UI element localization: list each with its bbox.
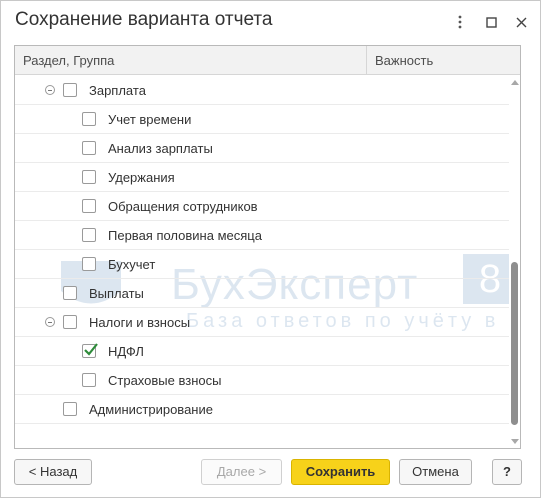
checkbox[interactable]: [82, 112, 96, 126]
save-report-variant-dialog: Сохранение варианта отчета Раздел, Групп…: [0, 0, 541, 498]
checkbox[interactable]: [82, 257, 96, 271]
collapse-icon[interactable]: [45, 85, 55, 95]
row-label: Зарплата: [89, 83, 146, 98]
tree-row-salary-analysis[interactable]: Анализ зарплаты: [15, 134, 509, 163]
checkbox[interactable]: [63, 286, 77, 300]
collapse-icon[interactable]: [45, 317, 55, 327]
tree-row-taxes[interactable]: Налоги и взносы: [15, 308, 509, 337]
scroll-thumb[interactable]: [511, 262, 518, 425]
checkbox[interactable]: [82, 141, 96, 155]
row-label: Налоги и взносы: [89, 315, 191, 330]
tree-row-employee-requests[interactable]: Обращения сотрудников: [15, 192, 509, 221]
row-label: Администрирование: [89, 402, 213, 417]
vertical-scrollbar[interactable]: [509, 76, 520, 448]
close-icon[interactable]: [510, 11, 532, 33]
cancel-button[interactable]: Отмена: [399, 459, 472, 485]
row-label: Первая половина месяца: [108, 228, 262, 243]
row-label: Анализ зарплаты: [108, 141, 213, 156]
tree-row-time-accounting[interactable]: Учет времени: [15, 105, 509, 134]
checkbox[interactable]: [82, 373, 96, 387]
tree-row-payments[interactable]: Выплаты: [15, 279, 509, 308]
sections-tree: Раздел, Группа Важность БухЭксперт 8 Баз…: [14, 45, 521, 449]
tree-row-ndfl[interactable]: НДФЛ: [15, 337, 509, 366]
scroll-down-icon[interactable]: [511, 439, 519, 444]
tree-row-administration[interactable]: Администрирование: [15, 395, 509, 424]
next-button-label: Далее: [216, 464, 255, 479]
column-header-section[interactable]: Раздел, Группа: [15, 46, 367, 75]
checkbox[interactable]: [63, 83, 77, 97]
back-button-label: Назад: [39, 464, 78, 479]
tree-row-accounting[interactable]: Бухучет: [15, 250, 509, 279]
back-button[interactable]: < Назад: [14, 459, 92, 485]
row-label: Обращения сотрудников: [108, 199, 258, 214]
more-icon[interactable]: [449, 11, 471, 33]
row-label: Удержания: [108, 170, 175, 185]
save-button[interactable]: Сохранить: [291, 459, 390, 485]
help-button[interactable]: ?: [492, 459, 522, 485]
column-header-importance[interactable]: Важность: [367, 46, 510, 75]
checkbox[interactable]: [82, 199, 96, 213]
tree-row-first-half-month[interactable]: Первая половина месяца: [15, 221, 509, 250]
checkbox[interactable]: [63, 402, 77, 416]
scroll-up-icon[interactable]: [511, 80, 519, 85]
next-button[interactable]: Далее >: [201, 459, 282, 485]
tree-row-insurance[interactable]: Страховые взносы: [15, 366, 509, 395]
check-icon: [84, 343, 98, 356]
checkbox[interactable]: [82, 228, 96, 242]
row-label: Страховые взносы: [108, 373, 222, 388]
tree-row-deductions[interactable]: Удержания: [15, 163, 509, 192]
row-label: Бухучет: [108, 257, 156, 272]
checkbox[interactable]: [63, 315, 77, 329]
chevron-right-icon: >: [258, 464, 267, 479]
tree-header: Раздел, Группа Важность: [15, 46, 520, 75]
maximize-icon[interactable]: [480, 11, 502, 33]
row-label: Учет времени: [108, 112, 192, 127]
tree-row-salary[interactable]: Зарплата: [15, 76, 509, 105]
row-label: Выплаты: [89, 286, 144, 301]
checkbox[interactable]: [82, 170, 96, 184]
chevron-left-icon: <: [28, 464, 37, 479]
checkbox-checked[interactable]: [82, 343, 98, 358]
row-label: НДФЛ: [108, 344, 144, 359]
title-bar: Сохранение варианта отчета: [1, 1, 540, 43]
dialog-title: Сохранение варианта отчета: [15, 9, 273, 30]
tree-rows: Зарплата Учет времени Анализ зарплаты Уд…: [15, 76, 509, 448]
